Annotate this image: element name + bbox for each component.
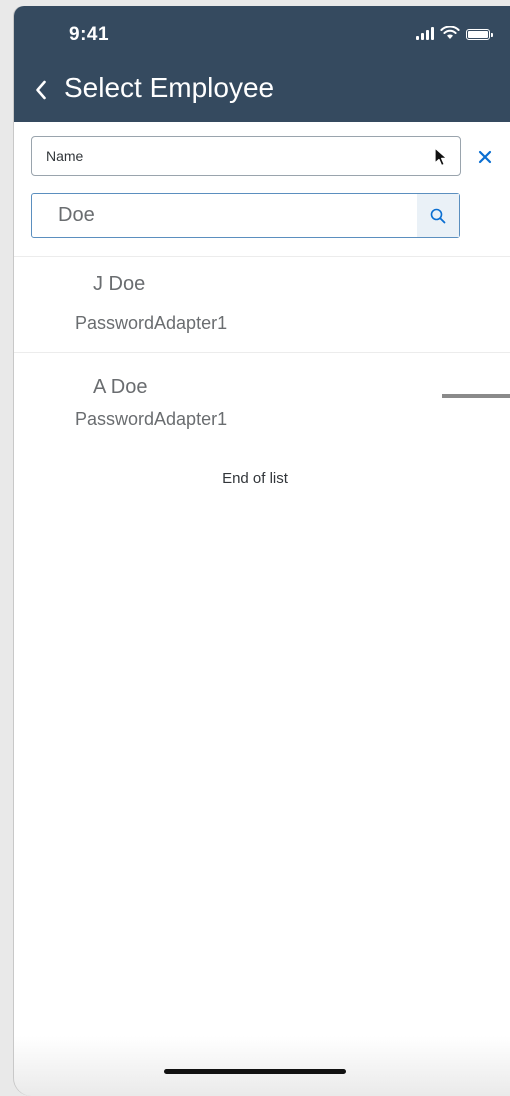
list-item[interactable]: A Doe PasswordAdapter1 [14, 353, 510, 449]
clear-filter-button[interactable] [474, 146, 496, 168]
app-header: 9:41 Select Employee [14, 6, 510, 122]
scroll-indicator[interactable] [442, 394, 510, 398]
search-input[interactable] [32, 193, 417, 238]
cellular-signal-icon [416, 27, 434, 40]
filter-selected-value: Name [46, 148, 84, 164]
list-item[interactable]: J Doe PasswordAdapter1 [14, 257, 510, 353]
search-field [31, 193, 460, 238]
battery-icon [466, 29, 493, 40]
filter-field-select[interactable]: Name [31, 136, 461, 176]
wifi-icon [440, 26, 460, 39]
search-icon [430, 208, 446, 223]
bottom-shade [14, 1036, 510, 1096]
app-screen: 9:41 Select Employee Name Doe J Doe Pass… [14, 6, 510, 1096]
page-title: Select Employee [64, 72, 275, 103]
home-indicator[interactable] [164, 1069, 346, 1074]
back-button[interactable] [30, 78, 52, 102]
close-icon [478, 150, 492, 164]
mouse-cursor-icon [434, 147, 448, 167]
chevron-left-icon [36, 80, 46, 100]
employee-name: A Doe [93, 376, 148, 398]
status-time: 9:41 [69, 24, 110, 45]
employee-subtitle: PasswordAdapter1 [75, 409, 228, 429]
employee-name: J Doe [93, 273, 146, 295]
employee-subtitle: PasswordAdapter1 [75, 313, 228, 333]
status-icons [416, 26, 493, 40]
search-button[interactable] [417, 194, 459, 237]
end-of-list-label: End of list [222, 470, 288, 487]
